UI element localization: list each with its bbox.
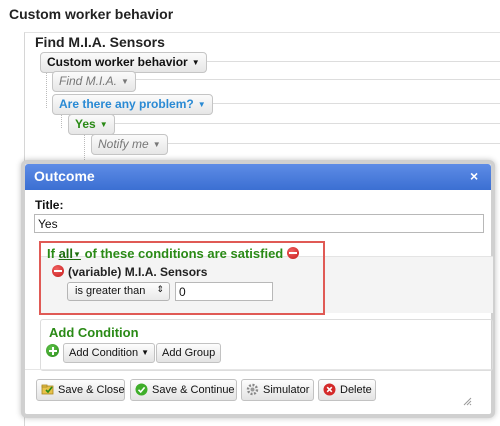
close-icon[interactable]: × [470, 168, 478, 184]
tree-divider [128, 79, 500, 80]
dialog-title: Outcome [34, 168, 95, 184]
simulator-label: Simulator [263, 384, 310, 396]
notify-me-dropdown[interactable]: Notify me ▼ [91, 134, 168, 155]
conditions-header: If all▼ of these conditions are satisfie… [47, 246, 299, 261]
panel-title: Find M.I.A. Sensors [35, 34, 165, 50]
save-close-label: Save & Close [58, 384, 125, 396]
delete-icon [323, 383, 336, 396]
check-icon [135, 383, 148, 396]
chevron-down-icon: ▼ [152, 140, 161, 149]
add-group-button[interactable]: Add Group [156, 343, 222, 363]
find-mia-dropdown[interactable]: Find M.I.A. ▼ [52, 71, 136, 92]
add-condition-heading: Add Condition [49, 325, 139, 340]
page-title: Custom worker behavior [9, 6, 174, 22]
chevron-down-icon: ▼ [73, 250, 81, 259]
remove-condition-icon[interactable] [52, 265, 64, 277]
condition-row: (variable) M.I.A. Sensors [52, 265, 207, 279]
add-condition-button-label: Add Condition [69, 347, 139, 359]
remove-group-icon[interactable] [286, 247, 299, 259]
conditions-suffix: of these conditions are satisfied [84, 246, 284, 261]
tree-divider [112, 123, 500, 124]
add-icon [46, 344, 59, 357]
resize-handle-icon[interactable] [462, 396, 472, 406]
save-continue-label: Save & Continue [152, 384, 235, 396]
operator-select[interactable]: is greater than ⇕ [67, 282, 170, 301]
tree-divider [158, 143, 500, 144]
save-continue-button[interactable]: Save & Continue [130, 379, 237, 401]
gear-icon [246, 383, 259, 396]
find-mia-label: Find M.I.A. [59, 74, 118, 88]
tree-divider [196, 103, 500, 104]
answer-yes-dropdown[interactable]: Yes ▼ [68, 114, 115, 135]
root-behavior-label: Custom worker behavior [47, 55, 188, 69]
chevron-down-icon: ▼ [141, 348, 150, 357]
title-input[interactable] [34, 214, 484, 233]
folder-save-icon [41, 384, 54, 395]
delete-label: Delete [340, 384, 372, 396]
operator-value: is greater than [75, 285, 146, 297]
question-label: Are there any problem? [59, 97, 194, 111]
dialog-footer-divider [25, 369, 491, 370]
add-condition-button[interactable]: Add Condition ▼ [63, 343, 156, 363]
chevron-down-icon: ▼ [121, 77, 129, 86]
save-close-button[interactable]: Save & Close [36, 379, 125, 401]
answer-label: Yes [75, 117, 96, 131]
outcome-dialog: Outcome × Title: If all▼ of these condit… [21, 160, 495, 418]
notify-label: Notify me [98, 137, 149, 151]
tree-divider [192, 61, 500, 62]
select-arrows-icon: ⇕ [156, 284, 164, 294]
add-group-button-label: Add Group [162, 347, 216, 359]
chevron-down-icon: ▼ [197, 100, 206, 109]
delete-button[interactable]: Delete [318, 379, 376, 401]
question-dropdown[interactable]: Are there any problem? ▼ [52, 94, 213, 115]
conditions-prefix: If [47, 246, 55, 261]
condition-value-input[interactable] [175, 282, 273, 301]
condition-variable: (variable) M.I.A. Sensors [68, 265, 208, 279]
quantifier-label: all [58, 246, 74, 261]
chevron-down-icon: ▼ [99, 120, 108, 129]
title-label: Title: [35, 198, 64, 212]
quantifier-dropdown[interactable]: all▼ [59, 246, 81, 261]
simulator-button[interactable]: Simulator [241, 379, 314, 401]
chevron-down-icon: ▼ [191, 58, 200, 67]
root-behavior-dropdown[interactable]: Custom worker behavior ▼ [40, 52, 207, 73]
